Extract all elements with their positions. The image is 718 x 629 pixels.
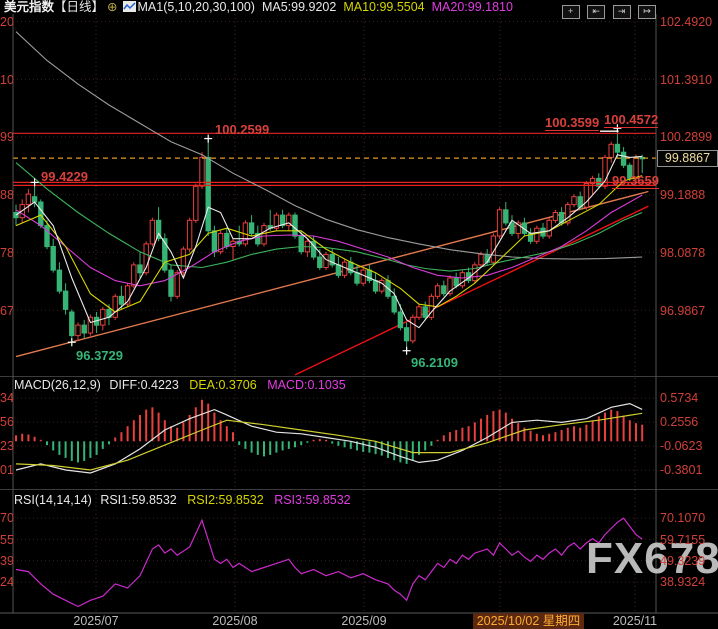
macd-diff-value: DIFF:0.4223 <box>109 378 179 392</box>
ma5-value: MA5:99.9202 <box>261 0 337 14</box>
axis-label: 38.9324 <box>660 575 706 589</box>
axis-label-clipped: 01 <box>0 463 13 477</box>
axis-label-clipped: 39 <box>0 554 13 568</box>
rsi-title: RSI(14,14,14) <box>14 493 92 507</box>
rsi1-value: RSI1:59.8532 <box>100 493 177 507</box>
rsi2-value: RSI2:59.8532 <box>187 493 264 507</box>
pan-right-icon[interactable]: ⇥ <box>612 5 631 19</box>
axis-label: 49.3239 <box>660 554 706 568</box>
axis-label: 98.0878 <box>660 246 706 260</box>
axis-label: 0.5734 <box>660 391 699 405</box>
axis-label-clipped: 88 <box>0 188 13 202</box>
axis-label: -0.0623 <box>660 439 703 453</box>
axis-label-clipped: 99 <box>0 130 13 144</box>
period-label: 【日线】 <box>54 0 105 14</box>
high-price-label: 100.2599 <box>215 122 270 137</box>
price-lines[interactable] <box>13 132 656 186</box>
chart-app: 美元指数【日线】 ⊕ MA1(5,10,20,30,100) MA5:99.9202 M… <box>0 0 718 629</box>
axis-label-clipped: 34 <box>0 391 13 405</box>
pan-left-icon[interactable]: ⇤ <box>587 5 606 19</box>
axis-label: 102.4920 <box>660 15 713 29</box>
axis-label-clipped: 78 <box>0 246 13 260</box>
chart-header: 美元指数【日线】 ⊕ MA1(5,10,20,30,100) MA5:99.9202 M… <box>4 0 513 15</box>
axis-label-clipped: 70 <box>0 511 13 525</box>
axis-label-clipped: 56 <box>0 415 13 429</box>
ma20-line <box>15 194 643 287</box>
ma5-line <box>15 154 643 329</box>
axis-label-clipped: 20 <box>0 15 13 29</box>
macd-title: MACD(26,12,9) <box>14 378 101 392</box>
ma10-line <box>15 175 643 313</box>
ma-lines <box>15 31 643 329</box>
macd-dea-value: DEA:0.3706 <box>189 378 257 392</box>
axis-label: 0.2556 <box>660 415 699 429</box>
crosshair-icon[interactable]: + <box>561 5 580 19</box>
ma30-line <box>15 162 643 272</box>
axis-label: 100.2899 <box>660 130 713 144</box>
highlighted-date-box: 2025/10/02 星期四 <box>473 613 584 629</box>
axis-label-clipped: 24 <box>0 575 13 589</box>
axis-label: 101.3910 <box>660 73 713 87</box>
date-axis-label: 2025/08 <box>212 614 258 628</box>
ma10-value: MA10:99.5504 <box>343 0 425 14</box>
high-price-label: 100.4572 <box>604 112 659 128</box>
axis-label: 70.1070 <box>660 511 706 525</box>
date-axis-label: 2025/11 <box>612 614 658 628</box>
axis-label-clipped: 10 <box>0 73 13 87</box>
low-price-label: 96.3729 <box>76 348 123 363</box>
ma20-value: MA20:99.1810 <box>431 0 513 14</box>
axis-label: 59.7155 <box>660 533 706 547</box>
macd-histogram <box>15 399 644 464</box>
rsi-line <box>15 517 643 608</box>
chart-type-icon[interactable] <box>122 1 136 12</box>
low-price-label: 96.2109 <box>411 355 458 370</box>
high-price-label: 100.3599 <box>545 115 600 131</box>
date-axis-label: 2025/09 <box>341 614 387 628</box>
macd-header: MACD(26,12,9) DIFF:0.4223 DEA:0.3706 MAC… <box>14 378 346 392</box>
toolbar: + ⇤ ⇥ ↦ <box>559 1 656 19</box>
axis-label-clipped: 23 <box>0 439 13 453</box>
symbol-title: 美元指数 <box>4 0 55 14</box>
rsi-header: RSI(14,14,14) RSI1:59.8532 RSI2:59.8532 … <box>14 493 351 507</box>
level-price-label: 99.3659 <box>612 173 659 189</box>
axis-label: -0.3801 <box>660 463 703 477</box>
axis-label-clipped: 55 <box>0 533 13 547</box>
last-price-box: 99.8867 <box>657 150 718 167</box>
ma-group-label: MA1(5,10,20,30,100) <box>137 0 255 14</box>
collapse-right-icon[interactable]: ↦ <box>638 5 656 19</box>
add-indicator-icon[interactable]: ⊕ <box>104 0 120 14</box>
axis-label: 96.9867 <box>660 304 706 318</box>
date-axis-label: 2025/07 <box>73 614 119 628</box>
rsi3-value: RSI3:59.8532 <box>274 493 351 507</box>
macd-value: MACD:0.1035 <box>267 378 346 392</box>
axis-label: 99.1888 <box>660 188 706 202</box>
level-price-label: 99.4229 <box>41 169 88 184</box>
axis-label-clipped: 67 <box>0 304 13 318</box>
